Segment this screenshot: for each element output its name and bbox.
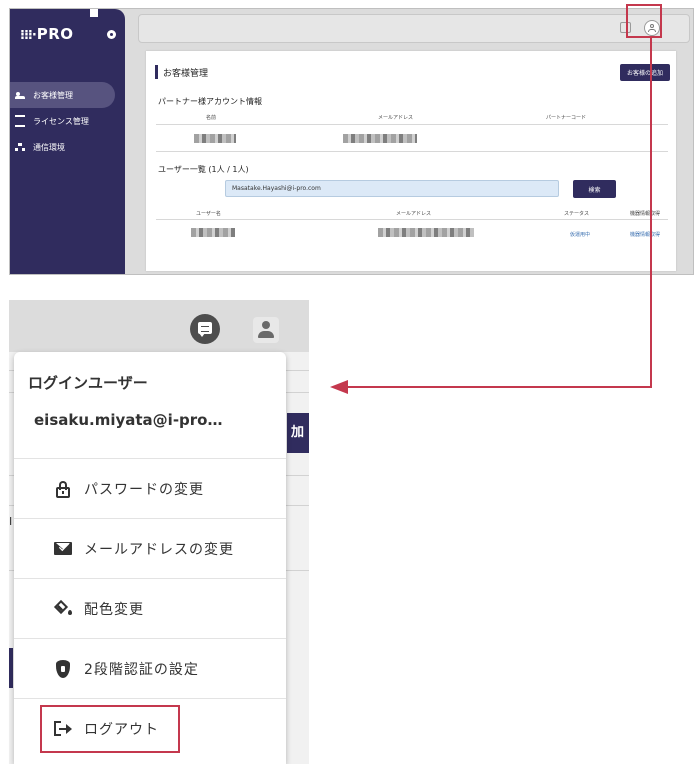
user-search-input[interactable]: Masatake.Hayashi@i-pro.com [225,180,559,197]
menu-item-label: パスワードの変更 [84,481,204,498]
column-header-name: 名前 [206,115,217,121]
chat-icon[interactable] [190,314,220,344]
sidebar-item-licenses[interactable]: ライセンス管理 [10,108,125,134]
sidebar: ⁝⁝⁝·PRO お客様管理 ライセンス管理 通信環境 [10,9,125,274]
status-badge: 仮運用中 [570,232,591,238]
user-account-icon[interactable] [253,317,279,343]
sidebar-toggle-button[interactable] [107,30,116,39]
shield-icon [54,659,72,678]
sidebar-item-label: ライセンス管理 [33,116,89,126]
connector-arrow-icon [330,380,348,394]
sidebar-item-label: お客様管理 [33,90,73,100]
column-header-email: メールアドレス [396,211,432,217]
menu-item-change-password[interactable]: パスワードの変更 [14,458,286,518]
highlight-logout [40,705,180,753]
customer-management-screenshot: ⁝⁝⁝·PRO お客様管理 ライセンス管理 通信環境 お客様管理 お客様の追加 … [9,8,694,275]
redacted-name [194,134,236,143]
redacted-username [191,228,235,237]
paint-bucket-icon [54,600,72,618]
chat-icon-tail [199,333,205,337]
mail-icon [54,542,72,555]
menu-item-change-email[interactable]: メールアドレスの変更 [14,518,286,578]
sidebar-item-network[interactable]: 通信環境 [10,134,125,160]
column-header-status: ステータス [564,211,590,217]
connector-line-vertical [650,36,652,388]
background-sidebar-fragment [9,648,13,688]
connector-line-horizontal [345,386,652,388]
user-list-title: ユーザー一覧 (1人 / 1人) [158,165,249,174]
search-button[interactable]: 検索 [573,180,616,198]
menu-item-color-scheme[interactable]: 配色変更 [14,578,286,638]
sidebar-item-label: 通信環境 [33,142,65,152]
sidebar-marker [90,9,98,17]
menu-header: ログインユーザー [28,374,148,392]
background-text-fragment: I [9,515,13,528]
device-info-link[interactable]: 機器情報取得 [630,231,660,238]
redacted-email [343,134,417,143]
menu-item-label: 配色変更 [84,601,144,618]
highlight-user-icon [626,4,662,38]
redacted-user-email [378,228,474,237]
divider [156,219,668,220]
title-accent-bar [155,65,158,79]
account-dropdown-menu: ログインユーザー eisaku.miyata@i-pro… パスワードの変更 メ… [14,352,286,764]
column-header-email: メールアドレス [378,115,414,121]
customer-panel: お客様管理 お客様の追加 パートナー様アカウント情報 名前 メールアドレス パー… [146,51,676,271]
logo: ⁝⁝⁝·PRO [20,25,74,43]
column-header-device-info: 機器情報取得 [630,211,661,217]
sidebar-item-customers[interactable]: お客様管理 [10,82,115,108]
sidebar-nav: お客様管理 ライセンス管理 通信環境 [10,82,125,160]
page-title: お客様管理 [163,69,209,79]
license-icon [15,115,25,127]
menu-item-label: メールアドレスの変更 [84,541,234,558]
top-bar [138,14,690,43]
lock-icon [54,480,72,498]
partner-section-title: パートナー様アカウント情報 [158,97,262,106]
background-button-fragment: 加 [287,413,309,453]
column-header-username: ユーザー名 [196,211,221,217]
network-icon [15,143,25,151]
divider [156,151,668,152]
add-customer-button[interactable]: お客様の追加 [620,64,670,81]
divider [156,124,668,125]
column-header-partner-code: パートナーコード [546,115,587,121]
menu-item-label: 2段階認証の設定 [84,661,199,678]
menu-item-two-factor[interactable]: 2段階認証の設定 [14,638,286,698]
user-email: eisaku.miyata@i-pro… [34,411,223,429]
people-icon [15,91,25,99]
